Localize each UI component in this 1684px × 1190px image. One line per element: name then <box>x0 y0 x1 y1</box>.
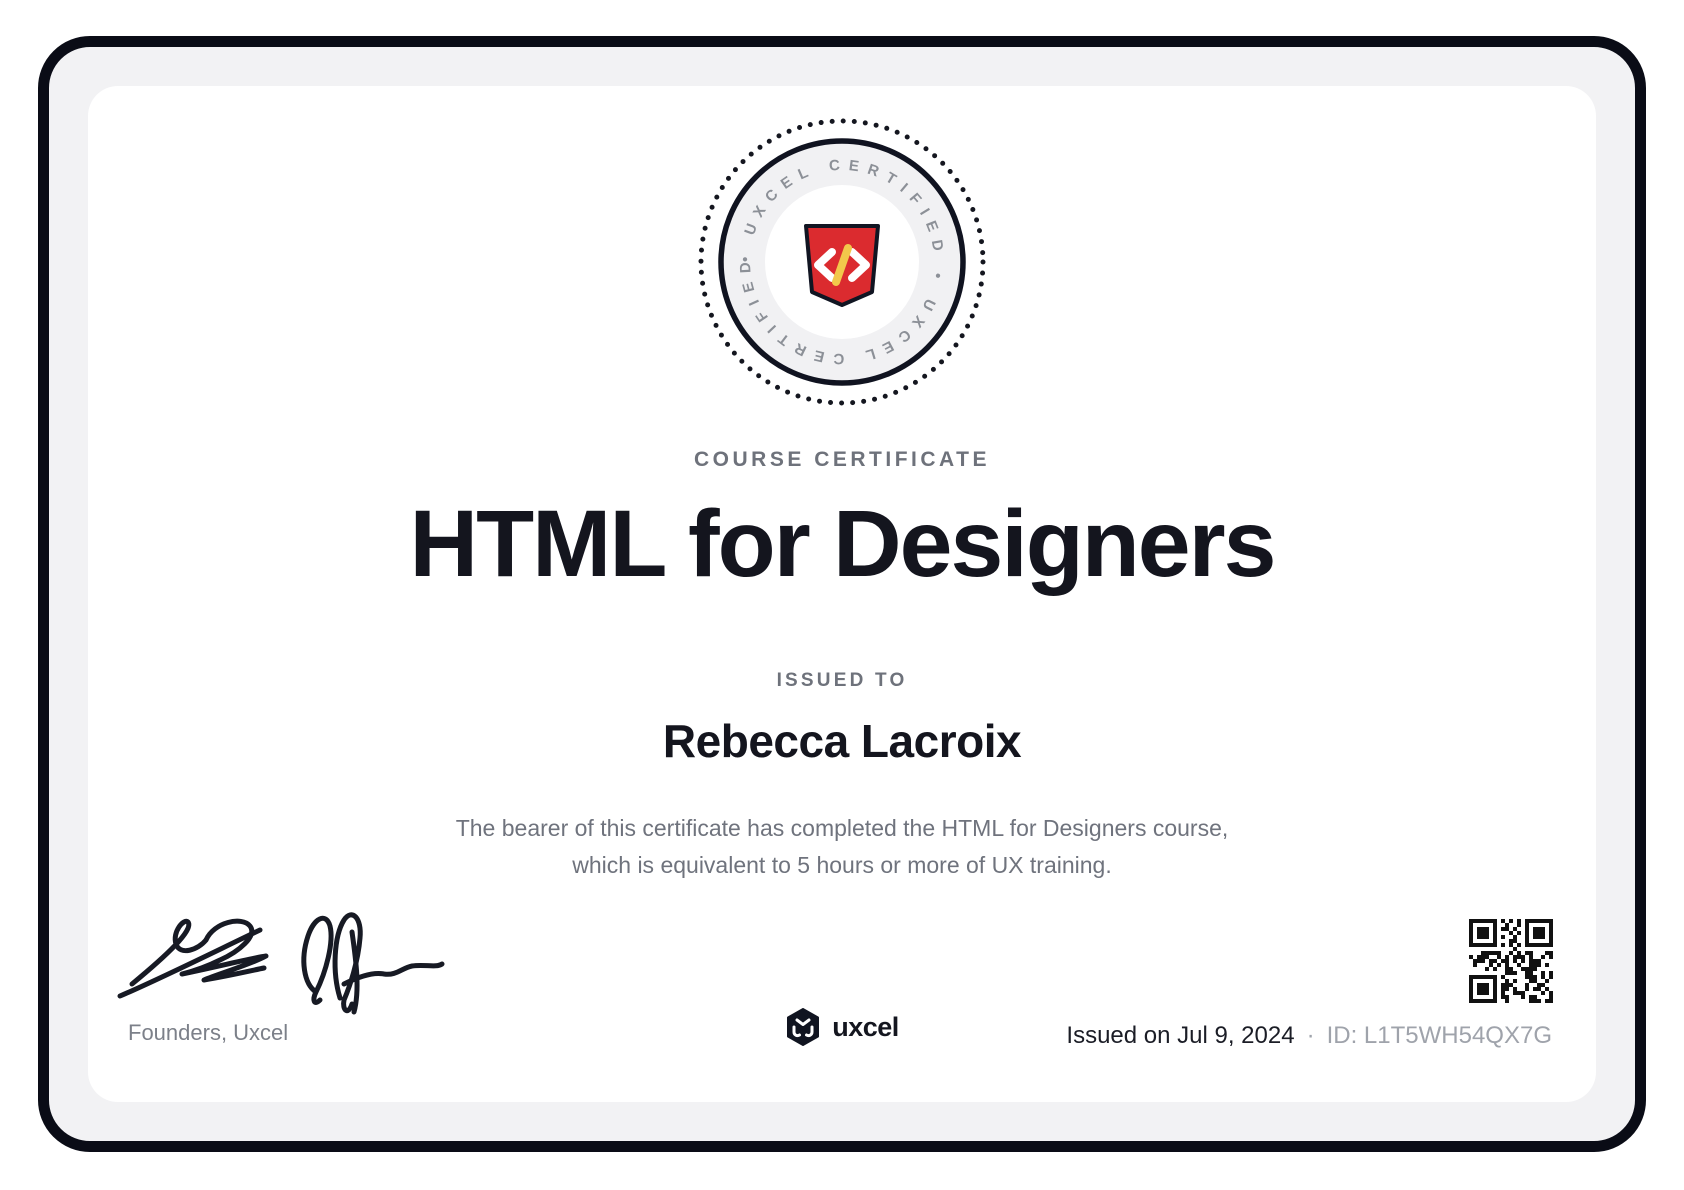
certificate-outer-frame: • UXCEL CERTIFIED • UXCEL CERTIFIED COUR… <box>38 36 1646 1152</box>
certificate-page: • UXCEL CERTIFIED • UXCEL CERTIFIED COUR… <box>0 0 1684 1190</box>
recipient-name: Rebecca Lacroix <box>662 715 1022 767</box>
uxcel-wordmark: uxcel <box>832 1011 899 1042</box>
code-shield-icon <box>804 224 880 307</box>
certificate-card: • UXCEL CERTIFIED • UXCEL CERTIFIED COUR… <box>88 86 1596 1102</box>
course-certificate-label: COURSE CERTIFICATE <box>694 448 990 471</box>
description-line-1: The bearer of this certificate has compl… <box>455 815 1229 841</box>
course-title: HTML for Designers <box>409 491 1277 597</box>
separator-dot: · <box>1306 1022 1315 1049</box>
issue-info: Issued on Jul 9, 2024 · ID: L1T5WH54QX7G <box>1066 1022 1552 1050</box>
uxcel-certified-seal: • UXCEL CERTIFIED • UXCEL CERTIFIED <box>698 118 986 406</box>
issued-on-date: Issued on Jul 9, 2024 <box>1066 1022 1295 1049</box>
uxcel-cube-icon <box>787 1008 820 1046</box>
certificate-id: ID: L1T5WH54QX7G <box>1326 1022 1552 1049</box>
signature-right <box>301 912 445 1015</box>
signature-left <box>117 918 269 999</box>
qr-code <box>1469 919 1553 1003</box>
issued-to-label: ISSUED TO <box>776 670 908 691</box>
